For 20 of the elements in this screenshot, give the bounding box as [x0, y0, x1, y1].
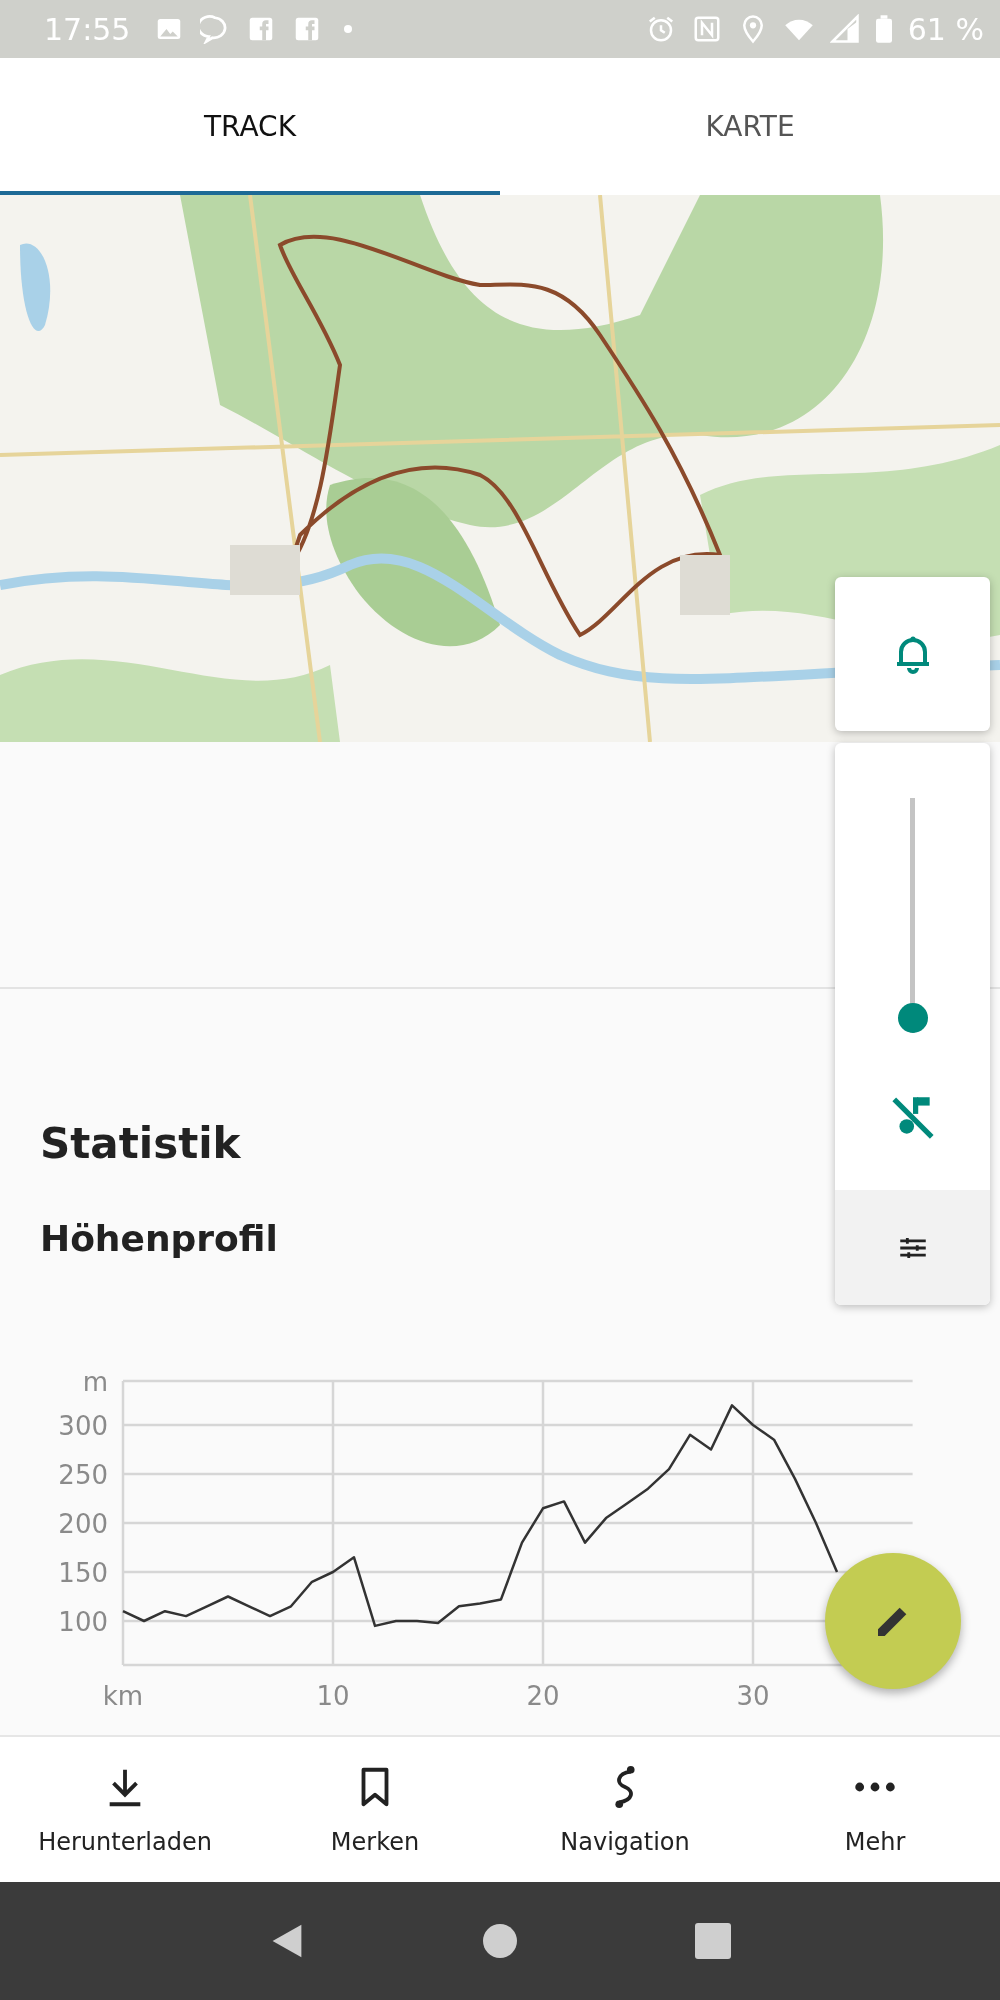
axis-tick-label: 10: [316, 1681, 350, 1712]
dot-icon: [344, 25, 353, 33]
home-icon[interactable]: [482, 1923, 518, 1959]
axis-label: km: [102, 1681, 144, 1712]
axis-tick-label: 250: [58, 1460, 108, 1490]
axis-tick-label: 30: [736, 1681, 770, 1712]
battery-icon: [875, 15, 892, 43]
axis-tick-label: 100: [58, 1607, 108, 1637]
axis-label: m: [82, 1366, 108, 1397]
axis-tick-label: 20: [526, 1681, 560, 1712]
section-title: Statistik: [40, 1119, 242, 1168]
slider-thumb[interactable]: [897, 1003, 928, 1033]
more-icon: [852, 1780, 898, 1793]
axis-tick-label: 300: [58, 1411, 108, 1441]
edit-button[interactable]: [825, 1553, 961, 1689]
signal-icon: [829, 14, 860, 44]
recents-icon[interactable]: [695, 1923, 732, 1959]
section-subtitle: Höhenprofil: [40, 1218, 278, 1259]
axis-tick-label: 200: [58, 1509, 108, 1539]
axis-tick-label: 150: [58, 1558, 108, 1588]
